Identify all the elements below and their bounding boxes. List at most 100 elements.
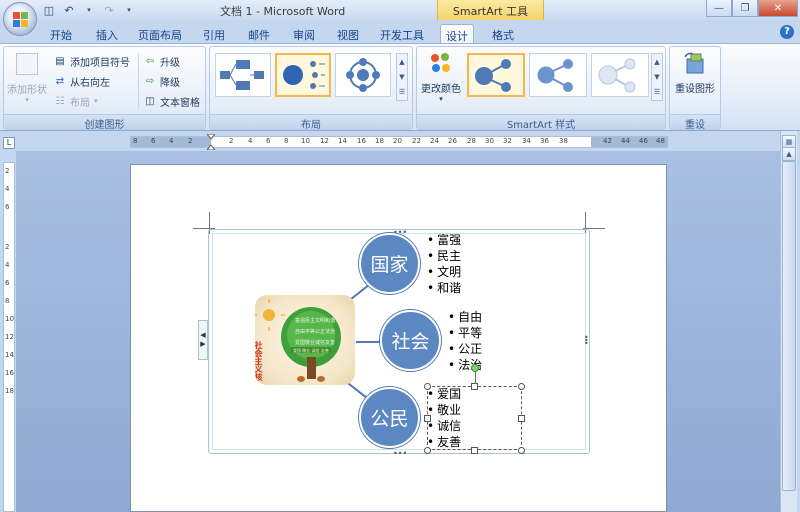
add-bullet-button[interactable]: ▤ 添加项目符号 — [54, 53, 130, 69]
ruler-tick: 32 — [503, 137, 512, 145]
ruler-tick: 18 — [375, 137, 384, 145]
style-gallery-scroll[interactable]: ▲ ▼ ☰ — [651, 53, 663, 101]
more-icon[interactable]: ☰ — [654, 88, 660, 96]
more-icon[interactable]: ☰ — [399, 88, 405, 96]
tab-review[interactable]: 审阅 — [290, 24, 318, 44]
center-picture[interactable]: 富强 民主 文明 和谐 自由 平等 公正 法治 爱国 敬业 诚信 友善 爱国 敬… — [255, 295, 355, 385]
window-title: 文档 1 - Microsoft Word — [220, 5, 346, 18]
add-shape-icon — [16, 53, 38, 75]
change-colors-label: 更改颜色 — [421, 84, 461, 95]
node-citizen[interactable]: 公民 — [359, 387, 420, 448]
rotate-handle-icon[interactable] — [471, 364, 479, 372]
ruler-tick: 48 — [656, 137, 665, 145]
list-item: 平等 — [448, 325, 482, 341]
tab-view[interactable]: 视图 — [334, 24, 362, 44]
selection-box[interactable] — [427, 386, 522, 450]
vruler-tick: 6 — [5, 279, 10, 287]
org-chart-icon: ☷ — [55, 95, 65, 107]
ruler-tick: 6 — [151, 137, 156, 145]
text-pane-toggle[interactable]: ◀ ▶ — [198, 320, 208, 360]
scroll-down-icon[interactable]: ▼ — [399, 73, 404, 81]
resize-handle[interactable] — [518, 415, 525, 422]
layout-thumb-hierarchy[interactable] — [215, 53, 271, 97]
picture-leaf-text: 富强 — [295, 317, 305, 324]
help-icon[interactable]: ? — [780, 25, 794, 39]
tab-developer[interactable]: 开发工具 — [376, 24, 428, 44]
vertical-ruler[interactable]: 2 4 6 2 4 6 8 10 12 14 16 18 — [3, 162, 15, 512]
save-icon[interactable]: ◫ — [42, 3, 56, 17]
group-reset: 重设图形 重设 — [669, 46, 721, 131]
minimize-icon[interactable]: — — [706, 0, 732, 17]
style-thumb-subtle[interactable] — [529, 53, 587, 97]
tab-insert[interactable]: 插入 — [92, 24, 122, 44]
tab-references[interactable]: 引用 — [200, 24, 228, 44]
style-thumb-flat-selected[interactable] — [467, 53, 525, 97]
add-bullet-label: 添加项目符号 — [70, 57, 130, 69]
layout-thumb-cycle[interactable] — [335, 53, 391, 97]
layout-label: 布局 — [70, 97, 90, 109]
bullet-list-icon: ▤ — [55, 55, 65, 67]
resize-handle[interactable] — [424, 415, 431, 422]
scroll-thumb[interactable] — [782, 161, 796, 491]
list-item: 自由 — [448, 309, 482, 325]
resize-handle[interactable] — [471, 447, 478, 454]
frame-handle-right[interactable]: • • • — [584, 334, 589, 348]
layout-button[interactable]: ☷ 布局 ▾ — [54, 93, 98, 109]
scroll-up-icon[interactable]: ▲ — [399, 58, 404, 66]
scroll-down-icon[interactable]: ▼ — [654, 73, 659, 81]
group-layouts: ▲ ▼ ☰ 布局 — [209, 46, 413, 131]
right-to-left-button[interactable]: ⇄ 从右向左 — [54, 73, 110, 89]
list-item: 民主 — [427, 248, 461, 264]
tab-page-layout[interactable]: 页面布局 — [134, 24, 186, 44]
resize-handle[interactable] — [518, 383, 525, 390]
vertical-scrollbar[interactable]: ▦ ▲ — [780, 131, 797, 512]
vruler-tick: 4 — [5, 261, 10, 269]
ruler-tick: 6 — [266, 137, 271, 145]
node-country[interactable]: 国家 — [359, 233, 420, 294]
tab-selector[interactable]: L — [3, 137, 15, 149]
promote-button[interactable]: ⇦ 升级 — [144, 53, 180, 69]
reset-graphic-button[interactable]: 重设图形 — [672, 51, 718, 95]
resize-handle[interactable] — [471, 383, 478, 390]
indent-marker-icon[interactable] — [205, 133, 217, 151]
demote-button[interactable]: ⇨ 降级 — [144, 73, 180, 89]
scroll-up-icon[interactable]: ▲ — [782, 147, 796, 161]
tab-home[interactable]: 开始 — [46, 24, 76, 44]
resize-handle[interactable] — [424, 383, 431, 390]
close-icon[interactable]: ✕ — [758, 0, 798, 17]
right-to-left-label: 从右向左 — [70, 77, 110, 89]
add-shape-button[interactable]: 添加形状 ▾ — [6, 53, 48, 104]
tab-format[interactable]: 格式 — [486, 24, 520, 44]
bullet-list-country[interactable]: 富强 民主 文明 和谐 — [427, 232, 461, 296]
resize-handle[interactable] — [518, 447, 525, 454]
layout-gallery-scroll[interactable]: ▲ ▼ ☰ — [396, 53, 408, 101]
tab-design[interactable]: 设计 — [440, 24, 474, 44]
style-thumb-light[interactable] — [591, 53, 649, 97]
arrow-left-icon: ⇦ — [145, 55, 155, 67]
bullet-list-society[interactable]: 自由 平等 公正 法治 — [448, 309, 482, 373]
ruler-tick: 30 — [485, 137, 494, 145]
resize-handle[interactable] — [424, 447, 431, 454]
change-colors-button[interactable]: 更改颜色 ▾ — [419, 51, 463, 103]
customize-qat-icon[interactable]: ▾ — [122, 3, 136, 17]
chevron-down-icon: ▾ — [439, 95, 443, 103]
redo-icon[interactable]: ↷ — [102, 3, 116, 17]
restore-icon[interactable]: ❐ — [732, 0, 758, 17]
frame-handle-bottom[interactable]: ••• — [393, 449, 407, 458]
window-controls: — ❐ ✕ — [706, 0, 798, 17]
undo-dropdown-icon[interactable]: ▾ — [82, 3, 96, 17]
node-label: 国家 — [370, 254, 409, 276]
node-society[interactable]: 社会 — [380, 310, 441, 371]
tab-mailings[interactable]: 邮件 — [245, 24, 273, 44]
undo-icon[interactable]: ↶ — [62, 3, 76, 17]
ruler-tick: 42 — [603, 137, 612, 145]
layout-thumb-circle-list-selected[interactable] — [275, 53, 331, 97]
ruler-tick: 8 — [284, 137, 289, 145]
picture-leaf-text: 公正 — [315, 329, 325, 335]
picture-leaf-text: 自由 — [295, 328, 305, 335]
ruler-tick: 26 — [448, 137, 457, 145]
scroll-up-icon[interactable]: ▲ — [654, 58, 659, 66]
office-button[interactable] — [3, 2, 37, 36]
ruler-tick: 2 — [188, 137, 193, 145]
text-pane-button[interactable]: ◫ 文本窗格 — [144, 93, 200, 109]
